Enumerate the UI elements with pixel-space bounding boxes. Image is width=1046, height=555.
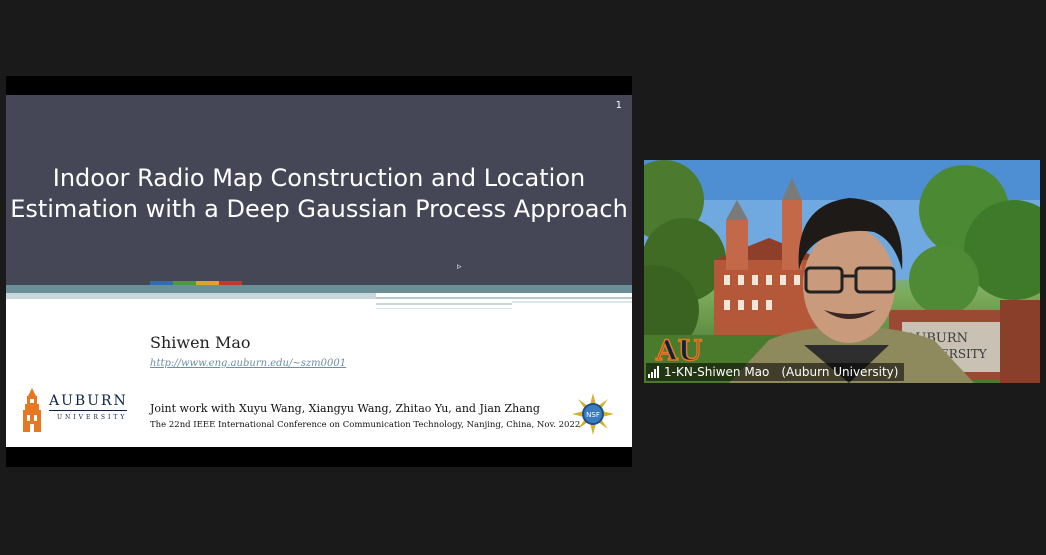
- nsf-logo-icon: NSF: [572, 393, 614, 435]
- decorative-line: [376, 297, 632, 299]
- participant-name: 1-KN-Shiwen Mao: [664, 365, 770, 379]
- decorative-line: [376, 308, 512, 309]
- participant-name-label: 1-KN-Shiwen Mao (Auburn University): [646, 363, 905, 381]
- slide-header: 1 Indoor Radio Map Construction and Loca…: [6, 95, 632, 285]
- auburn-university-logo: AUBURN UNIVERSITY: [19, 388, 129, 432]
- author-url-link[interactable]: http://www.eng.auburn.edu/~szm0001: [150, 358, 346, 369]
- conference-text: The 22nd IEEE International Conference o…: [150, 420, 581, 430]
- decorative-line: [512, 301, 632, 303]
- decorative-stripe: [6, 293, 376, 299]
- auburn-logo-subtitle: UNIVERSITY: [57, 414, 128, 421]
- logo-divider: [49, 410, 127, 411]
- slide-number: 1: [615, 100, 622, 111]
- decorative-stripe: [6, 285, 632, 293]
- shared-screen: 1 Indoor Radio Map Construction and Loca…: [6, 76, 632, 467]
- slide-title-line-1: Indoor Radio Map Construction and Locati…: [52, 164, 586, 192]
- participant-organization: (Auburn University): [781, 365, 899, 379]
- video-feed: AUBURN UNIVERSITY AU: [644, 160, 1040, 383]
- mouse-cursor-icon: ▹: [457, 262, 462, 272]
- author-name: Shiwen Mao: [150, 333, 251, 352]
- presentation-slide: 1 Indoor Radio Map Construction and Loca…: [6, 95, 632, 447]
- slide-title-line-2: Estimation with a Deep Gaussian Process …: [10, 195, 628, 223]
- tower-icon: [23, 388, 41, 432]
- slide-title: Indoor Radio Map Construction and Locati…: [6, 163, 632, 225]
- auburn-logo-word: AUBURN: [49, 393, 128, 409]
- svg-text:NSF: NSF: [586, 411, 600, 419]
- decorative-line: [376, 303, 512, 305]
- participant-video-tile[interactable]: AUBURN UNIVERSITY AU 1-KN-Shiwen Mao (Au…: [644, 160, 1040, 383]
- connection-signal-icon: [648, 366, 659, 378]
- joint-work-text: Joint work with Xuyu Wang, Xiangyu Wang,…: [150, 402, 540, 415]
